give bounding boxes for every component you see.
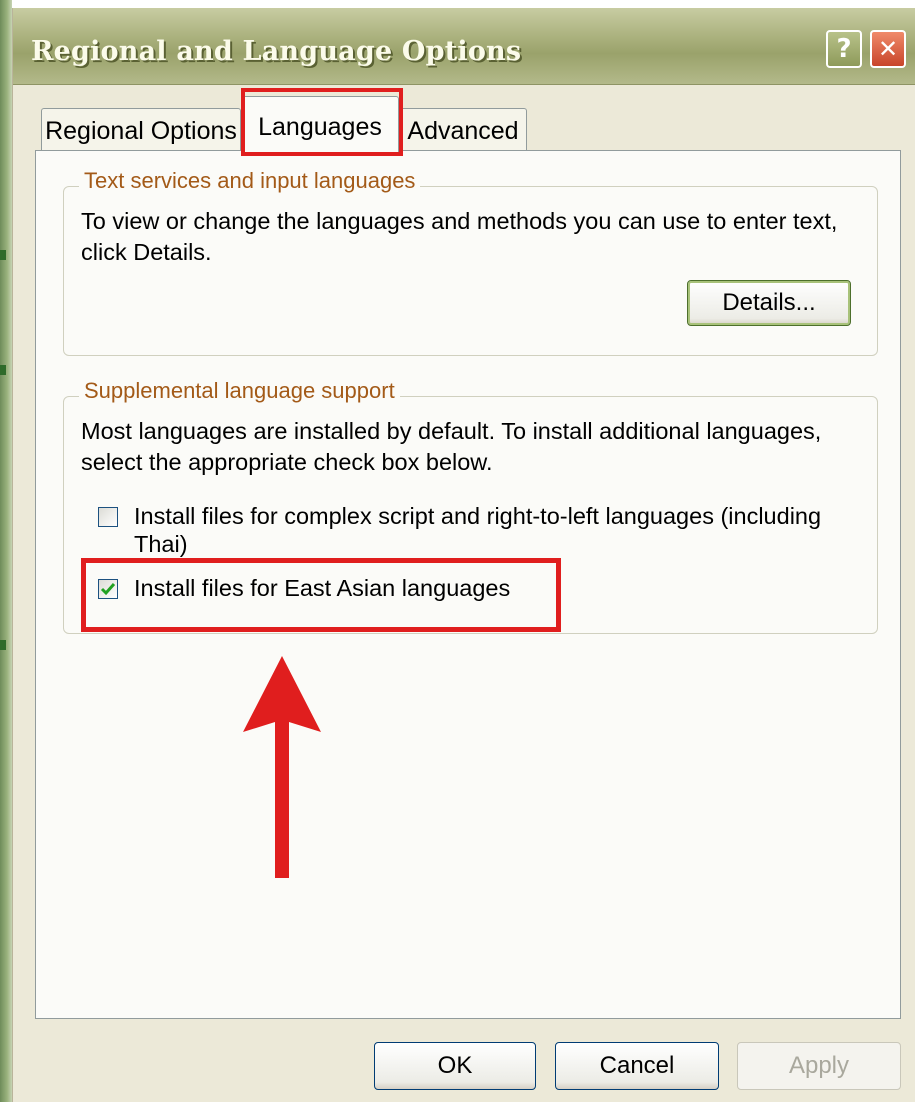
background-edge-mark bbox=[0, 640, 6, 650]
dialog-window: Regional and Language Options ? ✕ Region… bbox=[12, 8, 915, 1102]
tab-label: Regional Options bbox=[45, 117, 237, 145]
cancel-button-label: Cancel bbox=[599, 1052, 675, 1079]
details-button[interactable]: Details... bbox=[687, 280, 851, 326]
tab-label: Advanced bbox=[407, 117, 519, 145]
red-arrow-annotation-icon bbox=[243, 656, 321, 878]
text-services-legend: Text services and input languages bbox=[79, 168, 421, 194]
help-button[interactable]: ? bbox=[826, 30, 862, 68]
details-button-label: Details... bbox=[722, 289, 816, 316]
apply-button-label: Apply bbox=[788, 1052, 850, 1079]
complex-script-checkbox-label[interactable]: Install files for complex script and rig… bbox=[134, 502, 864, 558]
window-title: Regional and Language Options bbox=[31, 36, 522, 67]
ok-button-label: OK bbox=[437, 1052, 473, 1079]
east-asian-highlight-box bbox=[81, 558, 561, 632]
languages-tab-highlight-box bbox=[241, 88, 403, 156]
cancel-button[interactable]: Cancel bbox=[555, 1042, 719, 1090]
ok-button[interactable]: OK bbox=[374, 1042, 536, 1090]
background-edge-mark bbox=[0, 250, 6, 260]
background-window-edge bbox=[0, 0, 12, 1102]
help-icon: ? bbox=[836, 34, 852, 64]
tab-advanced[interactable]: Advanced bbox=[399, 108, 527, 150]
close-icon: ✕ bbox=[877, 35, 899, 63]
background-edge-mark bbox=[0, 365, 6, 375]
supplemental-legend: Supplemental language support bbox=[79, 378, 400, 404]
title-bar[interactable]: Regional and Language Options ? ✕ bbox=[13, 8, 915, 85]
close-button[interactable]: ✕ bbox=[870, 30, 906, 68]
tab-regional-options[interactable]: Regional Options bbox=[41, 108, 241, 150]
apply-button[interactable]: Apply bbox=[737, 1042, 901, 1090]
complex-script-checkbox[interactable] bbox=[98, 507, 118, 527]
text-services-description: To view or change the languages and meth… bbox=[81, 208, 838, 265]
supplemental-description: Most languages are installed by default.… bbox=[81, 418, 822, 475]
